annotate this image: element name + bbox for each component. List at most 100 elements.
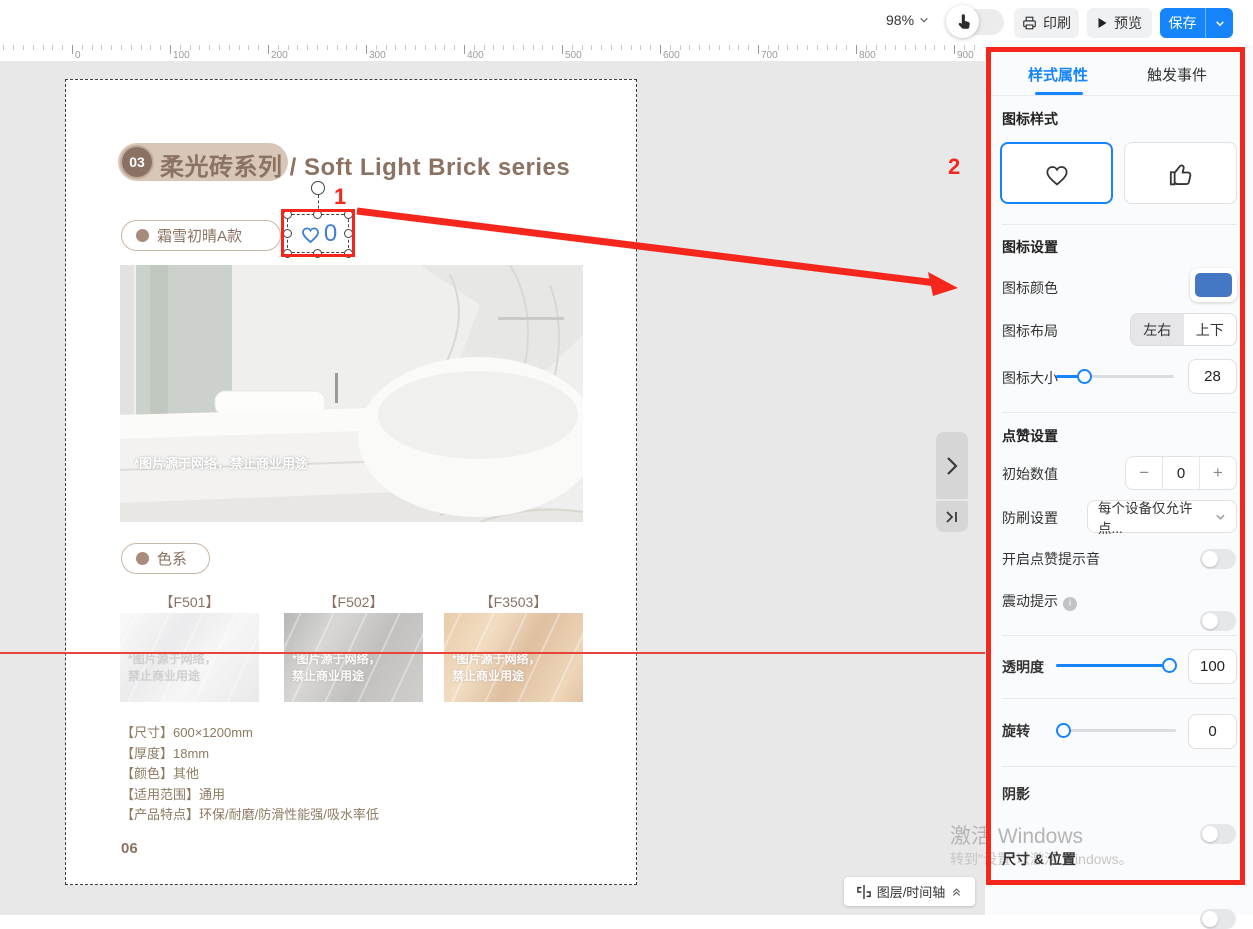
image-watermark: *图片源于网络，禁止商业用途 — [134, 453, 308, 472]
timeline-icon — [857, 884, 871, 900]
divider — [990, 95, 1244, 96]
color-section-pill[interactable]: 色系 — [121, 543, 210, 574]
page-title[interactable]: 柔光砖系列 / Soft Light Brick series — [160, 147, 570, 182]
swatch-label: 【F3503】 — [444, 592, 583, 612]
chevron-down-icon — [1215, 20, 1225, 27]
icon-color-label: 图标颜色 — [1002, 278, 1058, 298]
opacity-slider[interactable] — [1056, 664, 1176, 667]
annotation-step-1: 1 — [334, 184, 346, 210]
like-sound-label: 开启点赞提示音 — [1002, 549, 1100, 569]
tab-style-properties[interactable]: 样式属性 — [1018, 64, 1098, 85]
icon-option-thumbs-up[interactable] — [1124, 142, 1237, 204]
icon-layout-segmented: 左右 上下 — [1130, 313, 1237, 346]
shadow-toggle[interactable] — [1200, 824, 1236, 844]
swatch-image-f3503[interactable]: *图片源于网络，禁止商业用途 — [444, 613, 583, 702]
opacity-input[interactable]: 100 — [1188, 649, 1237, 684]
icon-size-slider-knob[interactable] — [1077, 369, 1092, 384]
tab-trigger-events[interactable]: 触发事件 — [1137, 64, 1217, 85]
spec-line: 【产品特点】环保/耐磨/防滑性能强/吸水率低 — [121, 805, 379, 826]
next-page-button[interactable] — [936, 432, 968, 499]
save-split-button[interactable]: 保存 — [1160, 8, 1233, 38]
icon-layout-label: 图标布局 — [1002, 321, 1058, 341]
design-page[interactable]: 03 柔光砖系列 / Soft Light Brick series 霜雪初晴A… — [65, 79, 637, 885]
print-button[interactable]: 印刷 — [1014, 8, 1079, 38]
opacity-slider-knob[interactable] — [1162, 658, 1177, 673]
like-sound-toggle[interactable] — [1200, 549, 1236, 569]
rotate-input[interactable]: 0 — [1188, 714, 1237, 749]
play-icon — [1097, 17, 1108, 29]
swatch-watermark: *图片源于网络，禁止商业用途 — [452, 651, 541, 685]
icon-option-heart[interactable] — [1000, 142, 1113, 204]
antispam-value: 每个设备仅允许点... — [1098, 497, 1215, 537]
rotate-slider[interactable] — [1056, 729, 1176, 732]
icon-style-section-label: 图标样式 — [1002, 109, 1058, 129]
icon-settings-section-label: 图标设置 — [1002, 237, 1058, 257]
bathroom-scene — [120, 265, 583, 522]
spec-line: 【厚度】18mm — [121, 744, 379, 765]
vibrate-toggle[interactable] — [1200, 611, 1236, 631]
increment-button[interactable]: + — [1200, 457, 1236, 489]
product-specs: 【尺寸】600×1200mm【厚度】18mm【颜色】其他【适用范围】通用【产品特… — [121, 723, 379, 826]
rotate-handle[interactable] — [311, 181, 325, 195]
size-position-label: 尺寸 & 位置 — [1002, 849, 1076, 869]
page-number: 06 — [121, 840, 138, 857]
opacity-label: 透明度 — [1002, 657, 1044, 677]
swatch-image-f501[interactable]: *图片源于网络，禁止商业用途 — [120, 613, 259, 702]
layers-timeline-label: 图层/时间轴 — [877, 882, 946, 901]
layers-timeline-button[interactable]: 图层/时间轴 — [844, 877, 975, 906]
spec-line: 【尺寸】600×1200mm — [121, 723, 379, 744]
opacity-slider-fill — [1056, 664, 1176, 667]
active-tab-underline — [1035, 92, 1083, 95]
toggle-knob — [1202, 911, 1218, 927]
divider — [1002, 412, 1237, 413]
hand-mode-knob[interactable] — [946, 5, 979, 38]
like-settings-section-label: 点赞设置 — [1002, 426, 1058, 446]
divider — [1002, 635, 1237, 636]
antispam-dropdown[interactable]: 每个设备仅允许点... — [1087, 500, 1237, 533]
preview-button[interactable]: 预览 — [1087, 8, 1152, 38]
hand-pointer-icon — [954, 12, 972, 32]
page-nav-stack — [936, 432, 968, 532]
print-label: 印刷 — [1043, 13, 1071, 33]
info-icon[interactable]: i — [1063, 597, 1077, 611]
vibrate-label: 震动提示i — [1002, 591, 1077, 611]
color-section-label: 色系 — [157, 548, 187, 569]
swatch-watermark: *图片源于网络，禁止商业用途 — [128, 651, 217, 685]
last-page-button[interactable] — [936, 501, 968, 532]
toggle-knob — [1202, 551, 1218, 567]
bullet-dot-icon — [136, 229, 149, 242]
divider — [1002, 698, 1237, 699]
save-button[interactable]: 保存 — [1160, 8, 1205, 38]
layout-option-horizontal[interactable]: 左右 — [1131, 314, 1184, 345]
save-dropdown-button[interactable] — [1205, 8, 1233, 38]
icon-color-picker[interactable] — [1190, 268, 1237, 302]
skip-to-end-icon — [945, 510, 959, 524]
icon-size-label: 图标大小 — [1002, 368, 1058, 388]
layout-option-vertical[interactable]: 上下 — [1184, 314, 1237, 345]
annotation-step-2: 2 — [948, 154, 960, 180]
printer-icon — [1022, 16, 1037, 30]
initial-value[interactable]: 0 — [1162, 457, 1199, 489]
bathroom-product-image[interactable]: *图片源于网络，禁止商业用途 — [120, 265, 583, 522]
toggle-knob — [1202, 826, 1218, 842]
rotate-label: 旋转 — [1002, 721, 1030, 741]
icon-size-input[interactable]: 28 — [1188, 359, 1237, 394]
red-guideline — [0, 652, 985, 654]
icon-size-slider[interactable] — [1056, 375, 1174, 378]
size-position-toggle[interactable] — [1200, 909, 1236, 929]
swatch-watermark: *图片源于网络，禁止商业用途 — [292, 651, 381, 685]
divider — [1002, 766, 1237, 767]
divider — [1002, 224, 1237, 225]
heart-icon — [1042, 160, 1072, 187]
ruler: 0100200300400500600700800900 — [0, 45, 985, 61]
rotate-slider-knob[interactable] — [1056, 723, 1071, 738]
chevron-down-icon — [1215, 513, 1226, 521]
spec-line: 【颜色】其他 — [121, 764, 379, 785]
product-tag-pill[interactable]: 霜雪初晴A款 — [121, 220, 281, 251]
chevron-right-icon — [946, 456, 958, 476]
antispam-label: 防刷设置 — [1002, 508, 1058, 528]
decrement-button[interactable]: − — [1126, 457, 1162, 489]
swatch-image-f502[interactable]: *图片源于网络，禁止商业用途 — [284, 613, 423, 702]
canvas-area[interactable]: 03 柔光砖系列 / Soft Light Brick series 霜雪初晴A… — [0, 61, 985, 915]
zoom-level-control[interactable]: 98% — [886, 12, 929, 28]
